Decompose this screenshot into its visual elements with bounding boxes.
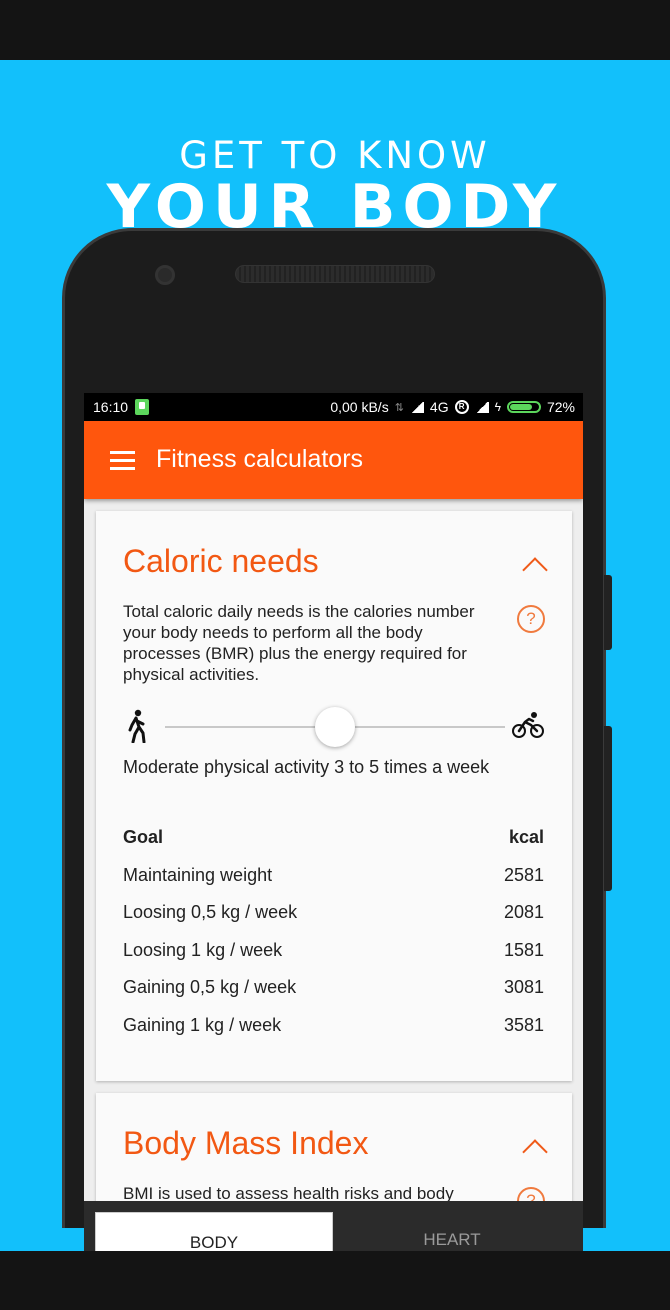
chevron-up-icon[interactable] (522, 557, 548, 583)
top-black-bar (0, 0, 670, 60)
kcal-value: 3081 (503, 977, 544, 997)
data-transfer-icon: ⇅ (394, 401, 404, 414)
table-row: Gaining 0,5 kg / week 3081 (123, 977, 544, 1015)
network-type: 4G (429, 399, 449, 415)
kcal-value: 3581 (503, 1014, 544, 1035)
card-description: Total caloric daily needs is the calorie… (123, 602, 475, 684)
table-row: Loosing 1 kg / week 1581 (123, 940, 544, 978)
app-bar: Fitness calculators (84, 421, 583, 499)
phone-screen: 16:10 0,00 kB/s ⇅ 4G R ϟ 72% Fitness cal… (84, 393, 583, 1251)
kcal-value: 1581 (503, 939, 544, 960)
battery-percent: 72% (546, 399, 575, 415)
charging-icon: ϟ (494, 400, 501, 414)
activity-slider-thumb[interactable] (315, 707, 355, 747)
data-speed: 0,00 kB/s (330, 399, 389, 415)
signal-icon (409, 401, 424, 413)
table-header: Goal kcal (123, 827, 544, 865)
walking-person-icon (128, 709, 146, 743)
battery-icon (506, 401, 541, 413)
chevron-up-icon[interactable] (522, 1139, 548, 1165)
goal-label: Maintaining weight (123, 864, 273, 885)
goal-header: Goal (123, 827, 164, 847)
bottom-black-bar (0, 1251, 670, 1310)
tab-heart[interactable]: HEART (333, 1212, 571, 1251)
status-bar: 16:10 0,00 kB/s ⇅ 4G R ϟ 72% (84, 393, 583, 421)
status-time: 16:10 (93, 399, 129, 415)
phone-side-button-power (604, 575, 612, 650)
table-row: Gaining 1 kg / week 3581 (123, 1015, 544, 1053)
table-row: Loosing 0,5 kg / week 2081 (123, 902, 544, 940)
cyclist-icon (512, 712, 544, 738)
activity-level-text: Moderate physical activity 3 to 5 times … (123, 757, 490, 777)
help-icon[interactable]: ? (517, 605, 545, 633)
kcal-value: 2081 (503, 902, 544, 922)
roaming-icon: R (454, 400, 469, 414)
card-title: Caloric needs (123, 543, 319, 579)
app-title: Fitness calculators (156, 445, 364, 473)
earpiece-speaker (235, 265, 435, 283)
tab-body[interactable]: BODY (95, 1212, 333, 1251)
goal-label: Gaining 1 kg / week (123, 1014, 282, 1035)
hamburger-menu-icon[interactable] (110, 451, 135, 470)
caloric-needs-card: Caloric needs Total caloric daily needs … (96, 511, 572, 1081)
table-row: Maintaining weight 2581 (123, 865, 544, 903)
sim-icon (135, 399, 149, 415)
signal-icon-2 (474, 401, 489, 413)
kcal-header: kcal (508, 827, 544, 847)
phone-side-button-volume (604, 726, 612, 891)
promo-headline-line1: GET TO KNOW (179, 134, 491, 177)
status-right-group: 0,00 kB/s ⇅ 4G R ϟ 72% (330, 399, 575, 415)
bottom-tab-bar: BODY HEART (84, 1201, 583, 1251)
goal-label: Gaining 0,5 kg / week (123, 977, 297, 997)
goal-label: Loosing 0,5 kg / week (123, 902, 298, 922)
goal-label: Loosing 1 kg / week (123, 939, 283, 960)
goal-table: Goal kcal Maintaining weight 2581 Loosin… (123, 827, 544, 1052)
kcal-value: 2581 (503, 864, 544, 885)
card-title: Body Mass Index (123, 1125, 369, 1161)
front-camera (155, 265, 175, 285)
